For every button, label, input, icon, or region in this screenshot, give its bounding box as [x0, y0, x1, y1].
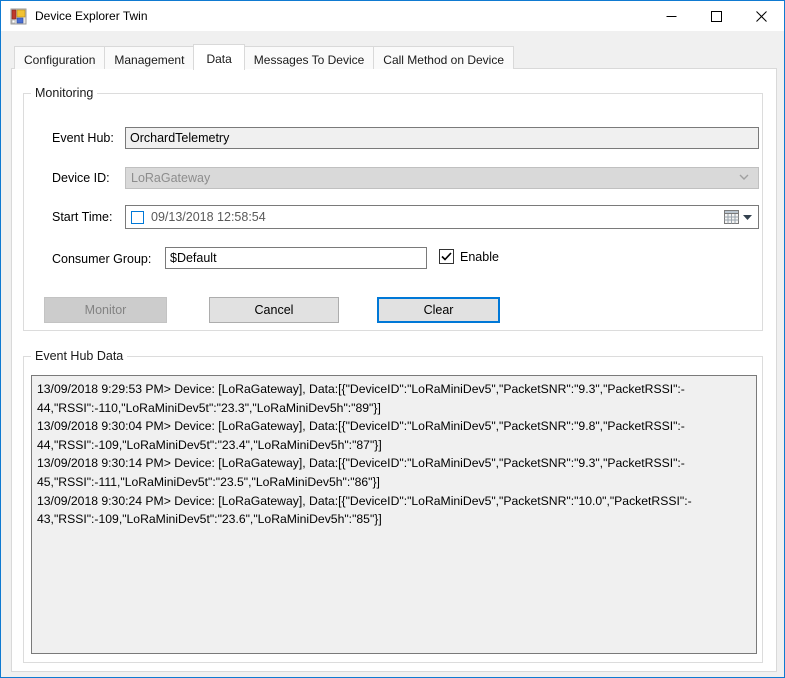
- device-id-dropdown[interactable]: LoRaGateway: [125, 167, 759, 189]
- calendar-icon: [724, 210, 739, 224]
- titlebar: Device Explorer Twin: [1, 1, 784, 31]
- tab-configuration[interactable]: Configuration: [14, 46, 105, 69]
- minimize-button-icon[interactable]: [649, 1, 694, 31]
- device-id-label: Device ID:: [52, 171, 110, 185]
- consumer-group-label: Consumer Group:: [52, 252, 151, 266]
- start-time-label: Start Time:: [52, 210, 112, 224]
- log-line: 13/09/2018 9:29:53 PM> Device: [LoRaGate…: [37, 380, 751, 399]
- tab-page-data: Monitoring Event Hub: Device ID: LoRaGat…: [11, 68, 777, 672]
- enable-checkbox-label: Enable: [460, 250, 499, 264]
- log-line: 13/09/2018 9:30:04 PM> Device: [LoRaGate…: [37, 417, 751, 436]
- cancel-button[interactable]: Cancel: [209, 297, 339, 323]
- monitoring-groupbox: Monitoring Event Hub: Device ID: LoRaGat…: [23, 93, 763, 331]
- chevron-down-icon: [739, 174, 749, 180]
- caption-buttons: [649, 1, 784, 31]
- tab-messages-to-device[interactable]: Messages To Device: [244, 46, 375, 69]
- log-line: 13/09/2018 9:30:14 PM> Device: [LoRaGate…: [37, 454, 751, 473]
- start-time-value: 09/13/2018 12:58:54: [151, 210, 266, 224]
- event-hub-data-groupbox: Event Hub Data 13/09/2018 9:29:53 PM> De…: [23, 356, 763, 663]
- enable-checkbox[interactable]: [439, 249, 454, 264]
- consumer-group-input[interactable]: [165, 247, 427, 269]
- tab-call-method-on-device[interactable]: Call Method on Device: [373, 46, 514, 69]
- start-time-picker[interactable]: 09/13/2018 12:58:54: [125, 205, 759, 229]
- event-hub-data-legend: Event Hub Data: [31, 348, 127, 364]
- enable-checkbox-row[interactable]: Enable: [439, 249, 499, 264]
- maximize-button-icon[interactable]: [694, 1, 739, 31]
- monitoring-legend: Monitoring: [31, 85, 97, 101]
- winforms-app-icon: [10, 8, 27, 25]
- log-line: 43,"RSSI":-109,"LoRaMiniDev5t":"23.6","L…: [37, 510, 751, 529]
- checkmark-icon: [441, 252, 452, 261]
- log-line: 45,"RSSI":-111,"LoRaMiniDev5t":"23.5","L…: [37, 473, 751, 492]
- start-time-checkbox[interactable]: [131, 211, 144, 224]
- device-id-value: LoRaGateway: [131, 171, 210, 185]
- date-picker-dropdown-button[interactable]: [724, 210, 752, 224]
- event-hub-label: Event Hub:: [52, 131, 114, 145]
- log-line: 13/09/2018 9:30:24 PM> Device: [LoRaGate…: [37, 492, 751, 511]
- close-button-icon[interactable]: [739, 1, 784, 31]
- window-title: Device Explorer Twin: [35, 9, 148, 23]
- log-line: 44,"RSSI":-110,"LoRaMiniDev5t":"23.3","L…: [37, 399, 751, 418]
- event-hub-data-textbox[interactable]: 13/09/2018 9:29:53 PM> Device: [LoRaGate…: [31, 375, 757, 654]
- clear-button[interactable]: Clear: [377, 297, 500, 323]
- tab-strip: Configuration Management Data Messages T…: [14, 46, 513, 69]
- tab-management[interactable]: Management: [104, 46, 194, 69]
- monitor-button[interactable]: Monitor: [44, 297, 167, 323]
- dropdown-arrow-icon: [743, 215, 752, 220]
- log-line: 44,"RSSI":-109,"LoRaMiniDev5t":"23.4","L…: [37, 436, 751, 455]
- tab-data[interactable]: Data: [193, 44, 244, 70]
- device-explorer-window: Device Explorer Twin Configuration Manag…: [0, 0, 785, 678]
- event-hub-input[interactable]: [125, 127, 759, 149]
